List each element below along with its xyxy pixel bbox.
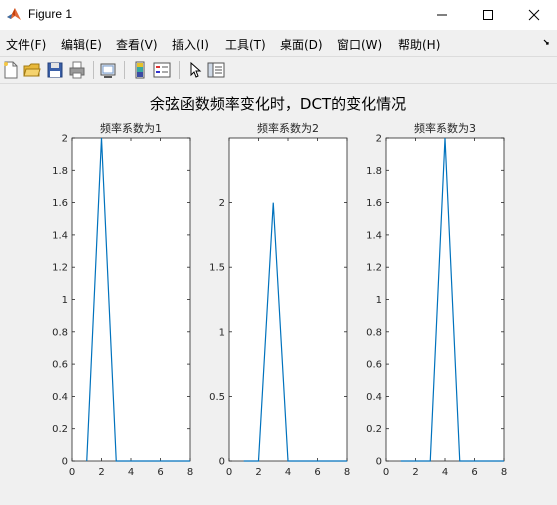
axes-box <box>71 137 191 462</box>
print-icon[interactable] <box>68 61 86 79</box>
new-figure-icon[interactable] <box>2 61 20 79</box>
matlab-logo-icon <box>7 8 21 20</box>
x-tick-label: 8 <box>501 467 507 478</box>
x-tick-label: 6 <box>314 467 320 478</box>
axes-box <box>228 137 348 462</box>
subplot-title: 频率系数为2 <box>257 121 319 135</box>
toolbar <box>0 56 557 84</box>
menu-file[interactable]: 文件(F) <box>6 36 46 53</box>
y-tick-label: 0.5 <box>209 392 225 403</box>
y-tick-label: 2 <box>62 134 68 145</box>
y-tick-label: 1 <box>376 295 382 306</box>
close-icon <box>528 9 540 21</box>
y-tick-label: 0 <box>219 457 225 468</box>
figure-canvas: 余弦函数频率变化时，DCT的变化情况 频率系数为1 0 2 4 6 8 0 0.2 0.4 0.6… <box>52 95 507 478</box>
close-button[interactable] <box>511 0 557 30</box>
minimize-icon <box>437 14 447 16</box>
insert-colorbar-icon[interactable] <box>131 61 149 79</box>
x-tick-label: 2 <box>412 467 418 478</box>
menu-view[interactable]: 查看(V) <box>116 36 158 53</box>
figure-suptitle: 余弦函数频率变化时，DCT的变化情况 <box>150 95 406 113</box>
maximize-button[interactable] <box>465 0 511 30</box>
x-tick-label: 0 <box>383 467 389 478</box>
menu-desktop[interactable]: 桌面(D) <box>280 36 323 53</box>
x-tick-label: 6 <box>157 467 163 478</box>
y-tick-label: 0 <box>62 457 68 468</box>
y-tick-label: 0.6 <box>52 360 68 371</box>
y-tick-label: 1.2 <box>366 263 382 274</box>
menu-tools[interactable]: 工具(T) <box>225 36 266 53</box>
y-tick-label: 1.8 <box>52 166 68 177</box>
window-titlebar: Figure 1 <box>0 0 557 30</box>
y-tick-label: 0.2 <box>366 424 382 435</box>
y-tick-label: 1.4 <box>366 230 382 241</box>
menu-window[interactable]: 窗口(W) <box>337 36 382 53</box>
y-tick-label: 0.8 <box>52 327 68 338</box>
subplot-2[interactable]: 频率系数为2 0 2 4 6 8 0 0.5 1 1.5 2 <box>209 121 350 478</box>
toolbar-separator <box>124 61 125 79</box>
y-tick-label: 0 <box>376 457 382 468</box>
maximize-icon <box>483 10 493 20</box>
menu-edit[interactable]: 编辑(E) <box>61 36 102 53</box>
y-tick-label: 1.4 <box>52 230 68 241</box>
x-tick-label: 4 <box>128 467 134 478</box>
subplot-3[interactable]: 频率系数为3 0 2 4 6 8 0 0.2 0.4 0.6 0.8 1 1.2 1.4 1.6 1.8 2 <box>366 121 507 478</box>
open-file-icon[interactable] <box>23 61 41 79</box>
x-tick-label: 2 <box>98 467 104 478</box>
x-tick-label: 4 <box>285 467 291 478</box>
property-inspector-icon[interactable] <box>207 61 225 79</box>
insert-legend-icon[interactable] <box>153 61 171 79</box>
y-tick-label: 0.4 <box>366 392 382 403</box>
y-tick-label: 0.4 <box>52 392 68 403</box>
save-icon[interactable] <box>46 61 64 79</box>
y-tick-label: 1.6 <box>52 198 68 209</box>
x-tick-label: 0 <box>226 467 232 478</box>
y-tick-label: 2 <box>219 198 225 209</box>
subplot-title: 频率系数为1 <box>100 121 162 135</box>
y-tick-label: 0.8 <box>366 327 382 338</box>
toolbar-separator <box>179 61 180 79</box>
x-tick-label: 8 <box>344 467 350 478</box>
y-tick-label: 0.6 <box>366 360 382 371</box>
window-title: Figure 1 <box>28 7 73 21</box>
y-tick-label: 1.2 <box>52 263 68 274</box>
edit-plot-icon[interactable] <box>186 61 204 79</box>
axes-box <box>385 137 505 462</box>
y-tick-label: 0.2 <box>52 424 68 435</box>
y-tick-label: 1.5 <box>209 263 225 274</box>
toolbar-separator <box>93 61 94 79</box>
menu-help[interactable]: 帮助(H) <box>398 36 440 53</box>
x-tick-label: 2 <box>255 467 261 478</box>
menu-insert[interactable]: 插入(I) <box>172 36 209 53</box>
dock-arrow-icon[interactable] <box>543 37 551 45</box>
x-tick-label: 6 <box>471 467 477 478</box>
x-tick-label: 8 <box>187 467 193 478</box>
y-tick-label: 1.6 <box>366 198 382 209</box>
y-tick-label: 2 <box>376 134 382 145</box>
minimize-button[interactable] <box>419 0 465 30</box>
y-tick-label: 1.8 <box>366 166 382 177</box>
subplot-title: 频率系数为3 <box>414 121 476 135</box>
subplot-1[interactable]: 频率系数为1 0 2 4 6 8 0 0.2 0.4 0.6 0.8 1 1.2 1.4 1.6 1.8 2 <box>52 121 193 478</box>
x-tick-label: 0 <box>69 467 75 478</box>
link-plot-icon[interactable] <box>99 61 117 79</box>
x-tick-label: 4 <box>442 467 448 478</box>
y-tick-label: 1 <box>62 295 68 306</box>
menubar: 文件(F) 编辑(E) 查看(V) 插入(I) 工具(T) 桌面(D) 窗口(W… <box>0 31 557 56</box>
y-tick-label: 1 <box>219 327 225 338</box>
